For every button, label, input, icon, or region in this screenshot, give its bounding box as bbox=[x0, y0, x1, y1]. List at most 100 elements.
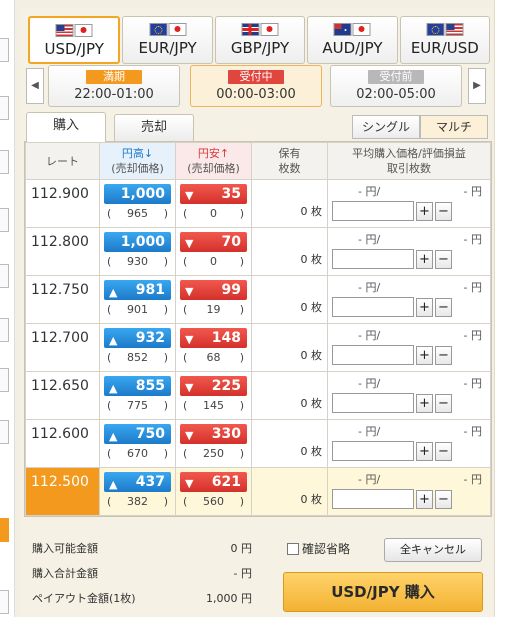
plus-button[interactable]: + bbox=[416, 393, 433, 413]
sell-sub-price: 382 bbox=[127, 495, 148, 508]
yen-strong-price-button[interactable]: ▲ 932 bbox=[104, 328, 171, 348]
side-control[interactable] bbox=[0, 208, 9, 232]
yen-weak-header: 円安↑ (売却価格) bbox=[175, 142, 252, 180]
side-control[interactable] bbox=[0, 150, 9, 174]
skip-confirm-checkbox[interactable]: 確認省略 bbox=[287, 540, 350, 557]
session-badge: 受付中 bbox=[228, 70, 284, 84]
side-control[interactable] bbox=[0, 264, 9, 288]
au-flag-icon bbox=[333, 23, 352, 36]
session-prev-button[interactable]: ◀ bbox=[26, 68, 44, 104]
quantity-input[interactable] bbox=[332, 441, 414, 461]
quantity-input[interactable] bbox=[332, 489, 414, 509]
plus-button[interactable]: + bbox=[416, 489, 433, 509]
side-control-active[interactable] bbox=[0, 518, 9, 542]
triangle-down-icon: ▼ bbox=[185, 429, 194, 442]
session-upcoming[interactable]: 受付前 02:00-05:00 bbox=[330, 65, 462, 107]
tab-gbp-jpy[interactable]: GBP/JPY bbox=[214, 16, 306, 64]
quantity-input[interactable] bbox=[332, 345, 414, 365]
yen-weak-price-button[interactable]: ▼ 70 bbox=[180, 232, 247, 252]
holdings-header: 保有 枚数 bbox=[251, 142, 328, 180]
yen-weak-price-button[interactable]: ▼ 99 bbox=[180, 280, 247, 300]
triangle-up-icon: ▲ bbox=[109, 382, 118, 395]
plus-button[interactable]: + bbox=[416, 297, 433, 317]
avg-cell: - 円/- 円 + − bbox=[327, 371, 491, 420]
us-flag-icon bbox=[55, 24, 74, 37]
buy-cell: ▼ 330(250) bbox=[175, 419, 252, 468]
cancel-all-button[interactable]: 全キャンセル bbox=[384, 538, 482, 562]
trade-panel: USD/JPY EUR/JPY GBP/JPY AUD/JPY EUR/USD … bbox=[20, 8, 492, 617]
table-row: 112.650 ▲ 855(775) ▼ 225(145) 0 枚- 円/- 円 + − bbox=[25, 371, 491, 420]
quantity-input[interactable] bbox=[332, 297, 414, 317]
yen-strong-price-button[interactable]: 1,000 bbox=[104, 184, 171, 204]
minus-button[interactable]: − bbox=[435, 393, 452, 413]
yen-strong-price-button[interactable]: ▲ 981 bbox=[104, 280, 171, 300]
quantity-input[interactable] bbox=[332, 249, 414, 269]
plus-button[interactable]: + bbox=[416, 441, 433, 461]
yen-strong-price-button[interactable]: 1,000 bbox=[104, 232, 171, 252]
side-control[interactable] bbox=[0, 318, 9, 342]
table-row: 112.800 1,000(930) ▼ 70(0) 0 枚- 円/- 円 + − bbox=[25, 227, 491, 276]
tab-sell[interactable]: 売却 bbox=[114, 114, 194, 141]
quantity-input[interactable] bbox=[332, 201, 414, 221]
multi-mode-button[interactable]: マルチ bbox=[420, 115, 488, 139]
yen-weak-price-button[interactable]: ▼ 330 bbox=[180, 424, 247, 444]
minus-button[interactable]: − bbox=[435, 297, 452, 317]
quantity-input[interactable] bbox=[332, 393, 414, 413]
avg-cell: - 円/- 円 + − bbox=[327, 419, 491, 468]
tab-buy[interactable]: 購入 bbox=[26, 112, 106, 142]
yen-strong-price-button[interactable]: ▲ 750 bbox=[104, 424, 171, 444]
minus-button[interactable]: − bbox=[435, 249, 452, 269]
plus-button[interactable]: + bbox=[416, 249, 433, 269]
rate-cell: 112.600 bbox=[25, 419, 100, 468]
triangle-down-icon: ▼ bbox=[185, 189, 194, 202]
yen-weak-price-button[interactable]: ▼ 148 bbox=[180, 328, 247, 348]
avg-cell: - 円/- 円 + − bbox=[327, 179, 491, 228]
yen-strong-price-button[interactable]: ▲ 437 bbox=[104, 472, 171, 492]
single-mode-button[interactable]: シングル bbox=[352, 115, 420, 139]
sell-cell: ▲ 750(670) bbox=[99, 419, 176, 468]
sell-cell: ▲ 437(382) bbox=[99, 467, 176, 516]
tab-eur-usd[interactable]: EUR/USD bbox=[399, 16, 491, 64]
triangle-down-icon: ▼ bbox=[185, 477, 194, 490]
session-next-button[interactable]: ▶ bbox=[468, 68, 486, 104]
triangle-up-icon: ▲ bbox=[109, 334, 118, 347]
jp-flag-icon bbox=[352, 23, 371, 36]
yen-weak-price-button[interactable]: ▼ 621 bbox=[180, 472, 247, 492]
tab-aud-jpy[interactable]: AUD/JPY bbox=[307, 16, 398, 64]
side-control[interactable] bbox=[0, 590, 9, 614]
buy-sub-price: 68 bbox=[206, 351, 221, 364]
tab-usd-jpy[interactable]: USD/JPY bbox=[28, 16, 121, 64]
table-row: 112.500 ▲ 437(382) ▼ 621(560) 0 枚- 円/- 円 + − bbox=[25, 467, 491, 516]
tab-label: GBP/JPY bbox=[230, 39, 290, 57]
table-row: 112.750 ▲ 981(901) ▼ 99(19) 0 枚- 円/- 円 + − bbox=[25, 275, 491, 324]
tab-eur-jpy[interactable]: EUR/JPY bbox=[122, 16, 213, 64]
session-open[interactable]: 受付中 00:00-03:00 bbox=[190, 65, 322, 107]
triangle-down-icon: ▼ bbox=[185, 381, 194, 394]
total-amount: 購入合計金額 - 円 bbox=[32, 567, 252, 580]
side-control[interactable] bbox=[0, 96, 9, 120]
minus-button[interactable]: − bbox=[435, 201, 452, 221]
side-control[interactable] bbox=[0, 38, 9, 62]
yen-weak-price-button[interactable]: ▼ 225 bbox=[180, 376, 247, 396]
avg-cell: - 円/- 円 + − bbox=[327, 275, 491, 324]
buy-sub-price: 0 bbox=[210, 255, 217, 268]
plus-button[interactable]: + bbox=[416, 345, 433, 365]
plus-button[interactable]: + bbox=[416, 201, 433, 221]
side-control[interactable] bbox=[0, 420, 9, 444]
yen-strong-price-button[interactable]: ▲ 855 bbox=[104, 376, 171, 396]
sell-sub-price: 670 bbox=[127, 447, 148, 460]
avg-header: 平均購入価格/評価損益 取引枚数 bbox=[327, 142, 491, 180]
left-side-panel bbox=[0, 0, 15, 617]
session-time: 22:00-01:00 bbox=[74, 87, 154, 102]
session-expired[interactable]: 満期 22:00-01:00 bbox=[48, 65, 180, 107]
holdings-cell: 0 枚 bbox=[251, 323, 328, 372]
buy-sub-price: 560 bbox=[203, 495, 224, 508]
minus-button[interactable]: − bbox=[435, 489, 452, 509]
order-button[interactable]: USD/JPY 購入 bbox=[283, 572, 483, 612]
sell-sub-price: 852 bbox=[127, 351, 148, 364]
yen-weak-price-button[interactable]: ▼ 35 bbox=[180, 184, 247, 204]
side-control[interactable] bbox=[0, 368, 9, 392]
sell-cell: 1,000(965) bbox=[99, 179, 176, 228]
minus-button[interactable]: − bbox=[435, 345, 452, 365]
minus-button[interactable]: − bbox=[435, 441, 452, 461]
